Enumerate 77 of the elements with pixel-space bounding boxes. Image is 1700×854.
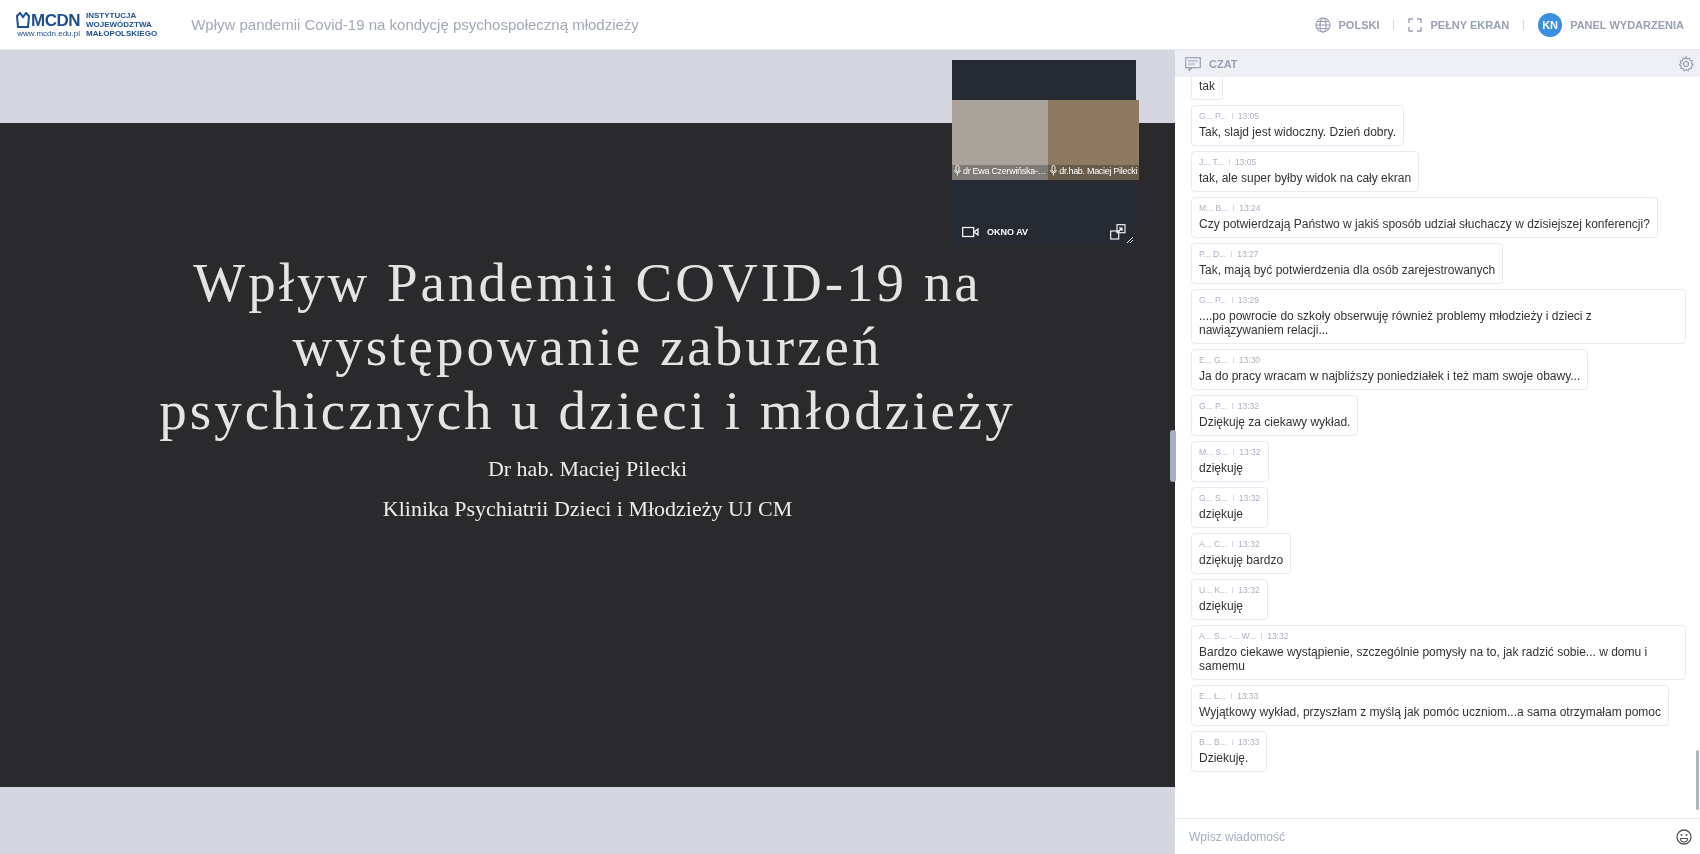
avatar: KN	[1538, 12, 1563, 37]
message-author: G... P...	[1199, 111, 1227, 121]
popout-icon	[1110, 224, 1126, 240]
participant-name: dr Ewa Czerwińska-…	[963, 165, 1047, 176]
emoji-button[interactable]	[1676, 828, 1692, 845]
message-author: G... P...	[1199, 295, 1227, 305]
header-button[interactable]: POLSKI	[1314, 16, 1380, 33]
participant-name: dr.hab. Maciej Pilecki	[1059, 165, 1138, 176]
message-time: 13:32	[1238, 585, 1260, 595]
message-author: M... B...	[1199, 203, 1229, 213]
chat-title: CZAT	[1209, 57, 1238, 70]
message-author: G... S...	[1199, 493, 1228, 503]
message-time: 13:32	[1267, 631, 1289, 641]
settings-button[interactable]	[1678, 55, 1694, 72]
message-author: B... B...	[1199, 737, 1227, 747]
logo-url: www.mcdn.edu.pl	[17, 28, 80, 38]
message-time: 13:32	[1238, 493, 1261, 503]
message-text: tak	[1199, 79, 1215, 93]
smiley-icon	[1676, 828, 1692, 845]
logo-wordmark: MCDN	[31, 11, 80, 29]
message-time: 13:27	[1237, 249, 1259, 259]
message-author: U... K...	[1199, 585, 1228, 595]
message-author: P... D...	[1199, 249, 1227, 259]
logo-text: INSTYTUCJA	[86, 11, 138, 20]
resize-handle[interactable]	[1170, 430, 1176, 482]
message-text: Ja do pracy wracam w najbliższy poniedziałek i też mam swoje obawy...	[1199, 369, 1581, 383]
message-text: dziękuję	[1199, 599, 1245, 613]
slide-title: Wpływ Pandemii COVID-19 na występowanie zaburzeń psychicznych u dzieci i młodzieży	[159, 251, 1016, 443]
settings-icon	[1678, 55, 1694, 72]
microphone-icon	[954, 165, 961, 176]
message-time: 13:32	[1239, 447, 1261, 457]
message-time: 13:24	[1239, 203, 1261, 213]
message-time: 13:33	[1236, 691, 1259, 701]
logo-text: MAŁOPOLSKIEGO	[86, 29, 158, 38]
message-input[interactable]: Wpisz wiadomość	[1187, 828, 1676, 845]
slide-subtitle: Klinika Psychiatrii Dzieci i Młodzieży UJ CM	[382, 495, 793, 523]
message-text: ....po powrocie do szkoły obserwuję również problemy młodzieży i dzieci z nawiązywaniem relacji...	[1199, 309, 1593, 337]
message-text: dziękuję bardzo	[1199, 553, 1284, 567]
message-text: tak, ale super byłby widok na cały ekran	[1199, 171, 1412, 185]
resize-grip-icon	[1126, 236, 1134, 244]
message-time: 13:30	[1238, 355, 1261, 365]
event-title: Wpływ pandemii Covid-19 na kondycję psychospołeczną młodzieży	[191, 16, 640, 33]
header-button[interactable]: PEŁNY EKRAN	[1408, 17, 1510, 32]
globe-icon	[1314, 16, 1331, 33]
message-text: Wyjątkowy wykład, przyszłam z myślą jak pomóc uczniom...a sama otrzymałam pomoc	[1199, 705, 1662, 719]
message-text: Tak, slajd jest widoczny. Dzień dobry.	[1199, 125, 1396, 139]
message-time: 13:33	[1237, 737, 1260, 747]
popout-button[interactable]	[1110, 224, 1126, 240]
message-author: G... P...	[1199, 401, 1227, 411]
message-text: Czy potwierdzają Państwo w jakiś sposób udział słuchaczy w dzisiejszej konferencji?	[1199, 217, 1650, 231]
crown-icon	[16, 12, 30, 28]
message-author: E... Ł...	[1199, 691, 1226, 701]
microphone-icon	[1050, 165, 1058, 176]
message-author: E... G...	[1199, 355, 1228, 365]
message-time: 13:32	[1238, 539, 1260, 549]
message-author: J... T...	[1199, 157, 1224, 167]
message-author: A... C...	[1199, 539, 1228, 549]
message-text: Dziękuję za ciekawy wykład.	[1199, 415, 1351, 429]
chat-icon	[1185, 56, 1201, 71]
message-author: M... S...	[1199, 447, 1229, 457]
message-text: Bardzo ciekawe wystąpienie, szczególnie pomysły na to, jak radzić sobie... w domu i samemu	[1199, 645, 1649, 673]
header-button[interactable]: KN PANEL WYDARZENIA	[1538, 12, 1684, 37]
message-time: 13:05	[1234, 157, 1257, 167]
message-time: 13:05	[1237, 111, 1259, 121]
message-text: Tak, mają być potwierdzenia dla osób zarejestrowanych	[1199, 263, 1496, 277]
message-time: 13:32	[1237, 401, 1259, 411]
message-text: dziękuję	[1199, 461, 1245, 475]
message-time: 13:29	[1237, 295, 1259, 305]
message-author: A... S... -... W...	[1199, 631, 1257, 641]
message-text: dziękuje	[1199, 507, 1245, 521]
logo-text: WOJEWÓDZTWA	[86, 20, 153, 29]
window-label: OKNO AV	[987, 227, 1028, 237]
camera-icon	[962, 226, 979, 238]
expand-icon	[1408, 17, 1423, 32]
scrollbar-thumb[interactable]	[1696, 750, 1699, 810]
slide-subtitle: Dr hab. Maciej Pilecki	[487, 455, 688, 483]
message-text: Dziekuję.	[1199, 751, 1250, 765]
